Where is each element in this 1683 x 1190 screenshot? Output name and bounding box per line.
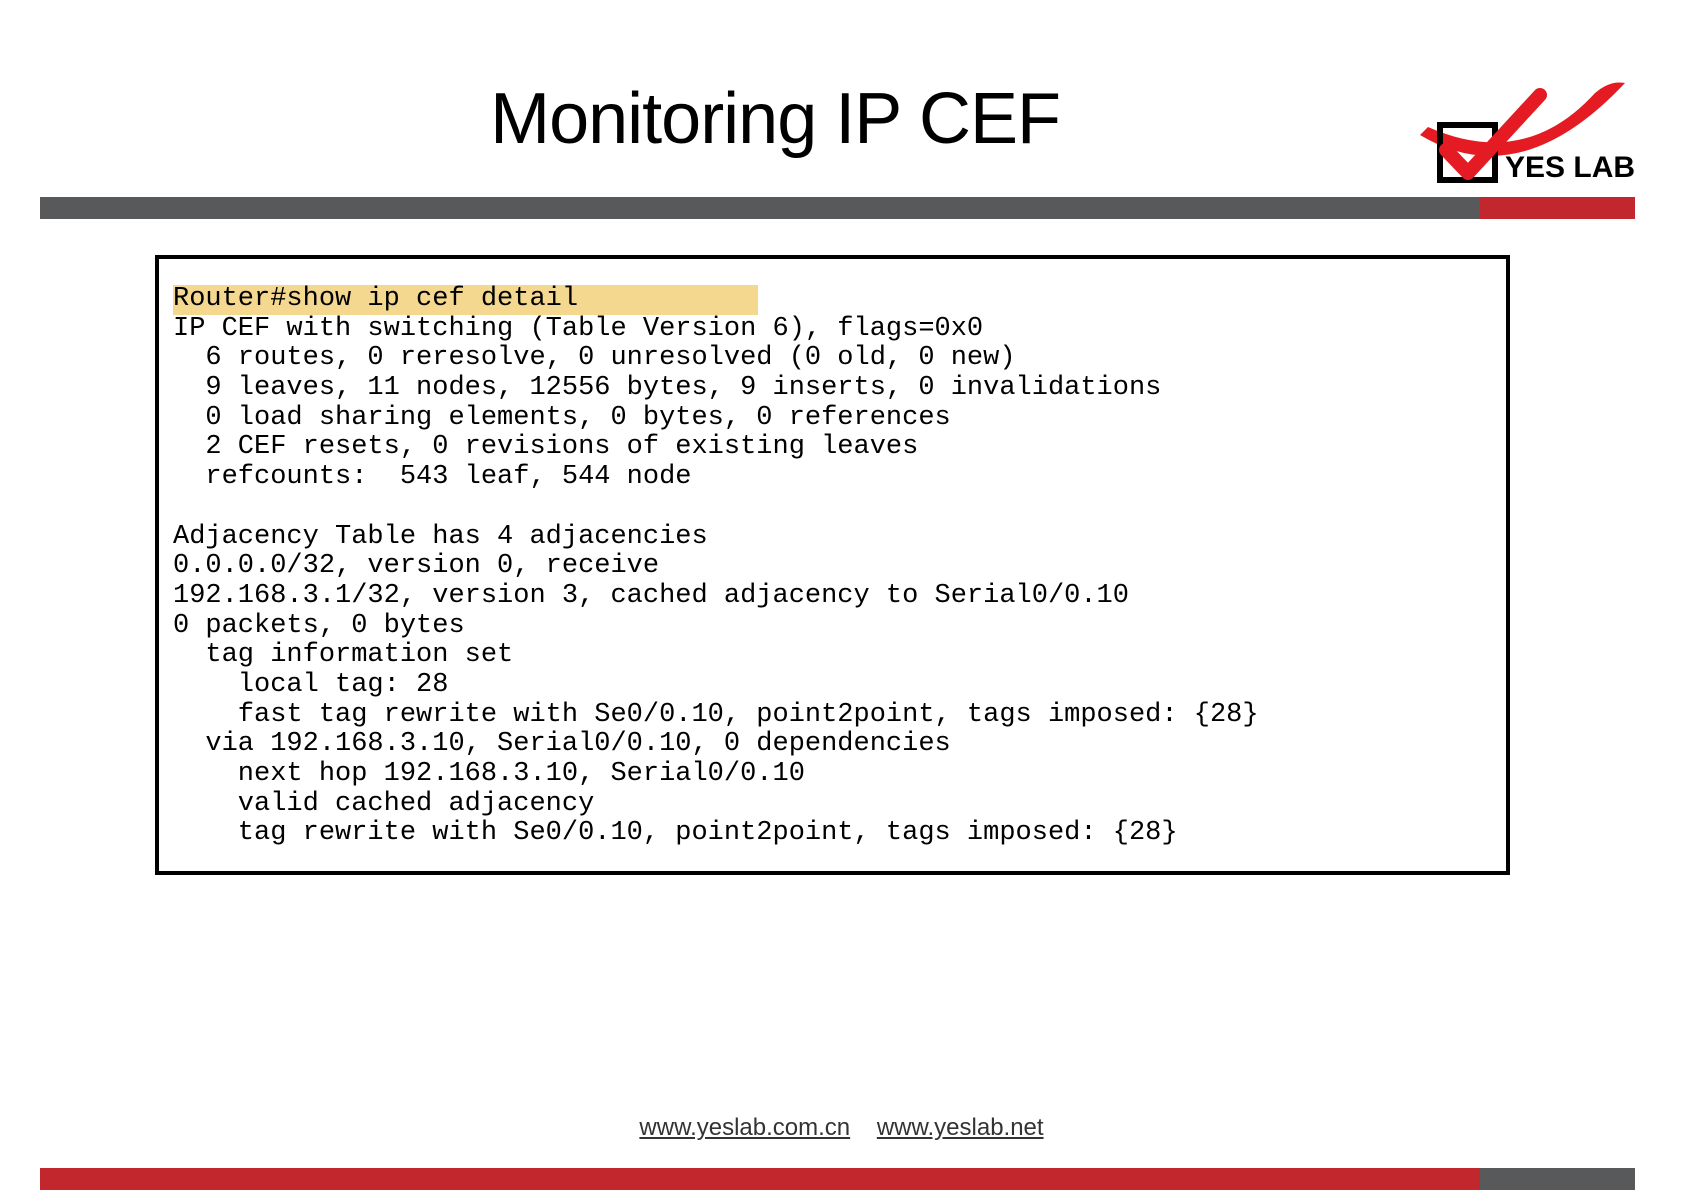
logo: YES LAB	[1410, 75, 1635, 193]
footer-bar	[40, 1168, 1635, 1190]
footer-link-1[interactable]: www.yeslab.com.cn	[639, 1114, 850, 1141]
command-output: IP CEF with switching (Table Version 6),…	[173, 314, 1259, 849]
header-divider	[40, 197, 1635, 219]
logo-text: YES LAB	[1505, 151, 1635, 184]
page-title: Monitoring IP CEF	[0, 78, 1060, 160]
terminal-output: Router#show ip cef detail IP CEF with sw…	[155, 255, 1510, 875]
command-line: Router#show ip cef detail	[173, 285, 758, 315]
footer-link-2[interactable]: www.yeslab.net	[877, 1114, 1044, 1141]
slide: Monitoring IP CEF YES LAB Router#show ip…	[0, 0, 1683, 1190]
footer-accent	[1480, 1168, 1635, 1190]
footer-links: www.yeslab.com.cn www.yeslab.net	[0, 1114, 1683, 1142]
header-accent	[1480, 197, 1635, 219]
